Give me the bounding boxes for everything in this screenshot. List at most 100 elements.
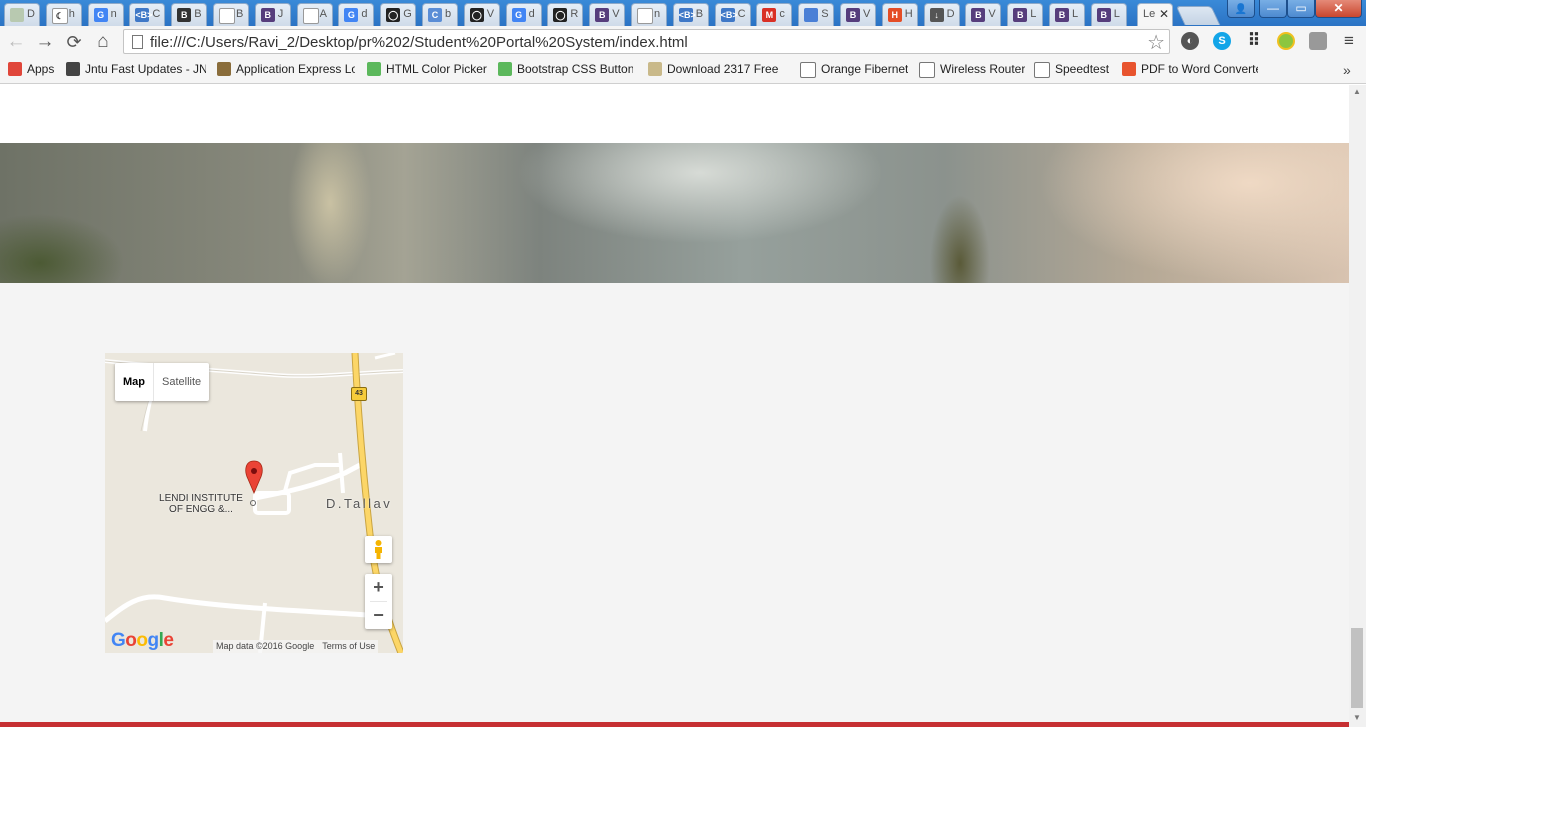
tab[interactable]: Gd — [505, 3, 542, 26]
url-text[interactable]: file:///C:/Users/Ravi_2/Desktop/pr%202/S… — [150, 34, 688, 51]
minimize-button[interactable]: — — [1259, 0, 1287, 18]
scrollbar-thumb[interactable] — [1351, 628, 1363, 708]
forward-button[interactable]: → — [33, 30, 57, 54]
tab[interactable]: BL — [1007, 3, 1044, 26]
bookmark-item[interactable]: Apps — [8, 62, 54, 80]
tab[interactable]: BV — [589, 3, 626, 26]
tab-favicon-icon: ◯ — [386, 8, 401, 22]
tab[interactable]: Cb — [422, 3, 458, 26]
tab-title: S — [821, 8, 829, 20]
tab-favicon-icon: C — [428, 8, 442, 22]
tab[interactable]: ◯ R — [547, 3, 584, 26]
tab-active[interactable]: Le ✕ — [1137, 3, 1173, 26]
tab[interactable]: HH — [881, 3, 918, 26]
bookmark-label: Bootstrap CSS Button — [517, 62, 633, 76]
tab-title: L — [1072, 8, 1079, 20]
user-profile-button[interactable]: 👤 — [1227, 0, 1255, 18]
tab[interactable]: BB — [171, 3, 208, 26]
tab[interactable]: <B> C — [714, 3, 751, 26]
tab[interactable]: <B> C — [129, 3, 166, 26]
bookmark-label: Apps — [27, 62, 55, 76]
tab-favicon-icon: <B> — [678, 8, 696, 22]
map-attribution: Map data ©2016 Google Terms of Use — [213, 640, 379, 653]
tab[interactable]: D — [4, 3, 40, 26]
bookmark-item[interactable]: Speedtest — [1034, 62, 1109, 80]
moon-icon — [800, 62, 816, 78]
tab-favicon-icon: G — [511, 8, 526, 22]
place-label-town: D.Tallav — [326, 496, 393, 511]
bookmark-item[interactable]: Wireless Router — [919, 62, 1025, 80]
tab[interactable]: BL — [1090, 3, 1127, 26]
google-logo[interactable]: Google — [111, 630, 174, 652]
zoom-out-button[interactable]: − — [365, 602, 392, 629]
new-tab-button[interactable] — [1175, 6, 1221, 25]
menu-icon[interactable]: ≡ — [1340, 32, 1358, 50]
google-map[interactable]: 43 LENDI INSTITUTE OF ENGG &... D.Tallav… — [105, 353, 403, 653]
terms-of-use-link[interactable]: Terms of Use — [322, 641, 375, 651]
tab[interactable]: B — [213, 3, 249, 26]
bookmark-item[interactable]: HTML Color Picker — [367, 62, 487, 80]
skype-extension-icon[interactable]: S — [1213, 32, 1231, 50]
tab-favicon-icon: <B> — [135, 8, 153, 22]
scroll-down-arrow-icon[interactable]: ▼ — [1353, 713, 1361, 722]
tab[interactable]: n — [631, 3, 667, 26]
tab[interactable]: ◯ V — [463, 3, 500, 26]
vertical-scrollbar[interactable]: ▲ ▼ — [1349, 85, 1366, 727]
bookmark-label: PDF to Word Converte — [1141, 62, 1258, 76]
tab[interactable]: Mc — [756, 3, 793, 26]
page-icon — [132, 35, 143, 49]
user-icon: 👤 — [1234, 4, 1248, 15]
close-tab-icon[interactable]: ✕ — [1159, 7, 1169, 21]
reload-button[interactable]: ⟳ — [62, 30, 86, 54]
tab[interactable]: BV — [965, 3, 1002, 26]
bookmark-star-icon[interactable]: ☆ — [1147, 30, 1165, 55]
map-type-map-button[interactable]: Map — [115, 363, 154, 401]
tab[interactable]: ◯ G — [380, 3, 417, 26]
bookmark-item[interactable]: Bootstrap CSS Button — [498, 62, 633, 80]
tab[interactable]: BJ — [254, 3, 291, 26]
box-extension-icon[interactable] — [1309, 32, 1327, 50]
bookmark-label: Orange Fibernet — [821, 62, 909, 76]
shield-extension-icon[interactable]: ◐ — [1181, 32, 1199, 50]
tab[interactable]: BL — [1049, 3, 1085, 26]
tab[interactable]: S — [798, 3, 835, 26]
tab-favicon-icon: ↓ — [929, 8, 944, 22]
tab[interactable]: A — [296, 3, 333, 26]
image-icon — [217, 62, 231, 76]
tab[interactable]: <B> B — [672, 3, 709, 26]
tab-favicon-icon: M — [762, 8, 777, 22]
bookmark-item[interactable]: Orange Fibernet — [800, 62, 908, 80]
street-view-pegman-icon[interactable] — [365, 536, 392, 563]
tab[interactable]: ☾ h — [45, 3, 82, 26]
gauge-icon — [1034, 62, 1050, 78]
bookmark-label: Speedtest — [1055, 62, 1110, 76]
tab-title: L — [1113, 8, 1120, 20]
green-extension-icon[interactable] — [1277, 32, 1295, 50]
zoom-in-button[interactable]: + — [365, 574, 392, 601]
maximize-button[interactable]: ▭ — [1287, 0, 1315, 18]
map-type-satellite-button[interactable]: Satellite — [154, 363, 209, 401]
tab-favicon-icon: B — [971, 8, 986, 22]
bookmark-item[interactable]: PDF to Word Converte — [1122, 62, 1258, 80]
bookmark-item[interactable]: Jntu Fast Updates - JN — [66, 62, 206, 80]
bookmark-item[interactable]: Download 2317 Free I — [648, 62, 780, 80]
tab-favicon-icon: B — [595, 8, 610, 22]
bookmarks-overflow-button[interactable]: » — [1343, 62, 1351, 78]
tab-title: n — [110, 8, 117, 20]
scroll-up-arrow-icon[interactable]: ▲ — [1353, 87, 1361, 96]
tab[interactable]: BV — [840, 3, 876, 26]
tab-title: G — [403, 8, 412, 20]
apps-grid-icon[interactable]: ⠿ — [1245, 32, 1263, 50]
close-window-button[interactable]: ✕ — [1315, 0, 1362, 18]
tab[interactable]: Gn — [87, 3, 124, 26]
tab[interactable]: ↓ D — [923, 3, 960, 26]
bookmark-item[interactable]: Application Express Lo — [217, 62, 355, 80]
pdf-icon — [1122, 62, 1136, 76]
back-button[interactable]: ← — [4, 30, 28, 54]
place-label-lendi[interactable]: LENDI INSTITUTE OF ENGG &... — [155, 493, 247, 515]
tab[interactable]: Gd — [338, 3, 375, 26]
map-type-control: Map Satellite — [115, 363, 210, 401]
address-bar[interactable]: file:///C:/Users/Ravi_2/Desktop/pr%202/S… — [123, 29, 1170, 54]
home-button[interactable]: ⌂ — [91, 30, 115, 54]
bookmark-label: Jntu Fast Updates - JN — [85, 62, 206, 76]
